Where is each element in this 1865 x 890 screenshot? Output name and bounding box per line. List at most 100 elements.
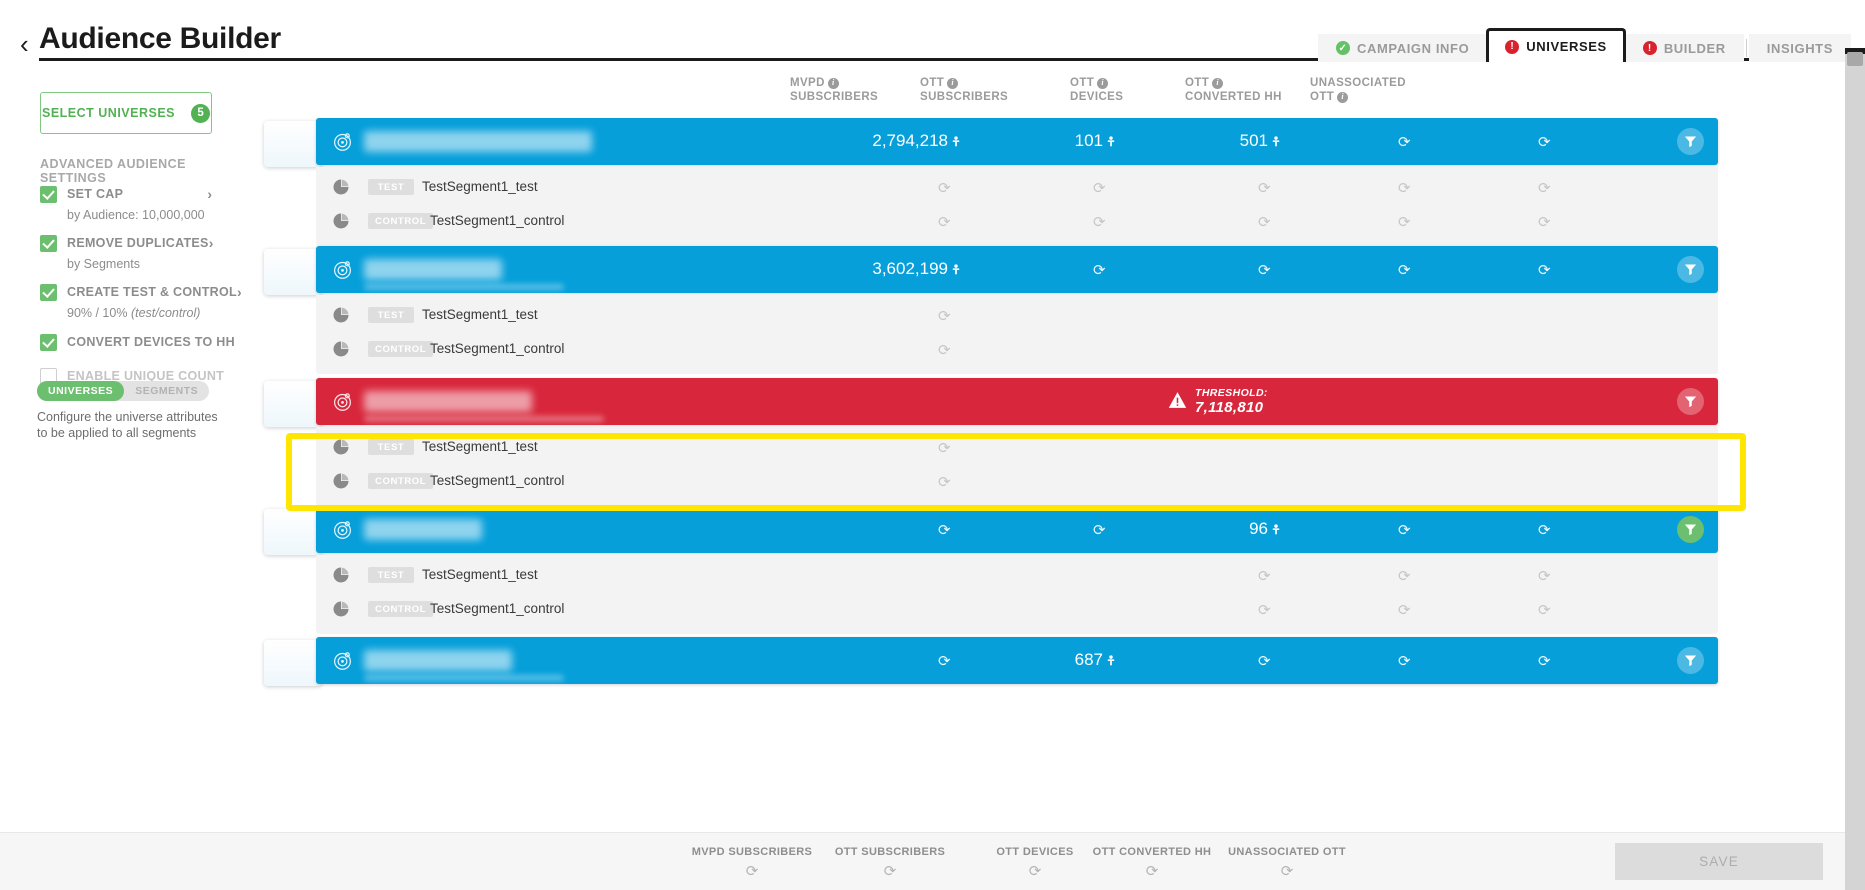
segment-row[interactable]: CONTROL TestSegment1_control ⟳ ⟳ ⟳ <box>316 589 1718 634</box>
universe-name-redacted <box>364 650 512 671</box>
refresh-icon[interactable]: ⟳ <box>1538 213 1551 231</box>
info-icon[interactable]: i <box>1337 91 1349 103</box>
refresh-icon[interactable]: ⟳ <box>1398 133 1411 151</box>
refresh-icon[interactable]: ⟳ <box>1398 601 1411 619</box>
segment-row[interactable]: CONTROL TestSegment1_control ⟳ <box>316 461 1718 506</box>
refresh-icon[interactable]: ⟳ <box>1538 521 1551 539</box>
tab-label: INSIGHTS <box>1766 40 1833 56</box>
tab-separator <box>1745 39 1747 57</box>
refresh-icon[interactable]: ⟳ <box>938 439 951 457</box>
tab-campaign-info[interactable]: ✓ CAMPAIGN INFO <box>1318 34 1488 62</box>
universe-row[interactable]: THRESHOLD: 7,118,810 <box>316 378 1718 425</box>
footer-total-unassociated-ott: UNASSOCIATED OTT ⟳ <box>1187 846 1387 880</box>
audience-builder-page: ‹ Audience Builder ✓ CAMPAIGN INFO! UNIVER… <box>0 0 1865 890</box>
column-header-ott-subscribers: OTT i SUBSCRIBERS <box>920 76 1008 104</box>
universe-metric-ott-subscribers: 101 <box>955 131 1115 151</box>
filter-icon[interactable] <box>1677 516 1704 543</box>
refresh-icon[interactable]: ⟳ <box>1398 213 1411 231</box>
refresh-icon[interactable]: ⟳ <box>938 521 951 539</box>
error-circle-icon: ! <box>1642 41 1657 55</box>
tab-builder[interactable]: ! BUILDER <box>1624 34 1744 62</box>
refresh-icon[interactable]: ⟳ <box>1258 652 1271 670</box>
refresh-icon[interactable]: ⟳ <box>1258 567 1271 585</box>
info-icon[interactable]: i <box>827 77 839 89</box>
universe-target-icon <box>332 650 353 671</box>
universe-name-redacted <box>364 259 502 280</box>
refresh-icon[interactable]: ⟳ <box>1258 179 1271 197</box>
refresh-icon[interactable]: ⟳ <box>1398 179 1411 197</box>
refresh-icon[interactable]: ⟳ <box>938 473 951 491</box>
pie-chart-icon <box>332 178 350 196</box>
universe-stack-card <box>264 121 322 167</box>
vertical-scrollbar-thumb[interactable] <box>1847 52 1863 66</box>
segment-type-tag: CONTROL <box>368 473 434 489</box>
universe-name-redacted <box>364 391 532 412</box>
segment-name: TestSegment1_test <box>422 179 538 194</box>
refresh-icon[interactable]: ⟳ <box>1093 213 1106 231</box>
segment-name: TestSegment1_control <box>430 341 565 356</box>
segment-name: TestSegment1_control <box>430 601 565 616</box>
refresh-icon[interactable]: ⟳ <box>1538 601 1551 619</box>
refresh-icon[interactable]: ⟳ <box>1258 213 1271 231</box>
refresh-icon[interactable]: ⟳ <box>938 179 951 197</box>
refresh-icon[interactable]: ⟳ <box>1398 261 1411 279</box>
filter-icon[interactable] <box>1677 256 1704 283</box>
metric-value: 2,794,218 <box>872 131 948 150</box>
refresh-icon[interactable]: ⟳ <box>1538 133 1551 151</box>
tab-universes[interactable]: ! UNIVERSES <box>1486 28 1626 62</box>
refresh-icon[interactable]: ⟳ <box>1538 179 1551 197</box>
refresh-icon[interactable]: ⟳ <box>1538 652 1551 670</box>
info-icon[interactable]: i <box>1097 77 1109 89</box>
tab-bar: ✓ CAMPAIGN INFO! UNIVERSES! BUILDER INSIGHTS <box>1318 28 1851 62</box>
person-icon <box>1268 131 1280 150</box>
universe-stack-card <box>264 249 322 295</box>
segment-type-tag: CONTROL <box>368 601 434 617</box>
segment-row[interactable]: CONTROL TestSegment1_control ⟳ <box>316 329 1718 374</box>
refresh-icon[interactable]: ⟳ <box>1093 261 1106 279</box>
universe-row[interactable]: ⟳ ⟳ 96 ⟳ ⟳ <box>316 506 1718 553</box>
vertical-scrollbar-track[interactable] <box>1845 48 1865 890</box>
universe-stack-card <box>264 509 322 555</box>
refresh-icon[interactable]: ⟳ <box>1398 652 1411 670</box>
segment-row[interactable]: CONTROL TestSegment1_control ⟳ ⟳ ⟳ ⟳ ⟳ <box>316 201 1718 246</box>
tab-insights[interactable]: INSIGHTS <box>1748 34 1851 62</box>
filter-icon[interactable] <box>1677 647 1704 674</box>
refresh-icon[interactable]: ⟳ <box>1398 521 1411 539</box>
segment-type-tag: TEST <box>368 307 414 323</box>
refresh-icon[interactable]: ⟳ <box>1398 567 1411 585</box>
threshold-text: THRESHOLD: 7,118,810 <box>1195 387 1268 416</box>
filter-icon[interactable] <box>1677 388 1704 415</box>
metric-value: 3,602,199 <box>872 259 948 278</box>
refresh-icon[interactable]: ⟳ <box>938 307 951 325</box>
segment-type-tag: TEST <box>368 179 414 195</box>
refresh-icon[interactable]: ⟳ <box>1258 601 1271 619</box>
refresh-icon[interactable]: ⟳ <box>1093 521 1106 539</box>
column-header-ott-converted-hh: OTT i CONVERTED HH <box>1185 76 1282 104</box>
refresh-icon[interactable]: ⟳ <box>938 213 951 231</box>
filter-icon[interactable] <box>1677 128 1704 155</box>
universe-row[interactable]: ⟳ 687 ⟳ ⟳ ⟳ <box>316 637 1718 684</box>
info-icon[interactable]: i <box>1212 77 1224 89</box>
info-icon[interactable]: i <box>947 77 959 89</box>
segment-type-tag: CONTROL <box>368 341 434 357</box>
refresh-icon[interactable]: ⟳ <box>1538 567 1551 585</box>
pie-chart-icon <box>332 472 350 490</box>
universe-stack-card <box>264 381 322 427</box>
universe-row[interactable]: 3,602,199 ⟳ ⟳ ⟳ ⟳ <box>316 246 1718 293</box>
metric-value: 96 <box>1249 519 1268 538</box>
refresh-icon[interactable]: ⟳ <box>1187 862 1387 880</box>
column-header-mvpd-subscribers: MVPD i SUBSCRIBERS <box>790 76 878 104</box>
metric-value: 687 <box>1074 650 1103 669</box>
refresh-icon[interactable]: ⟳ <box>1258 261 1271 279</box>
back-chevron-icon[interactable]: ‹ <box>20 31 34 57</box>
universe-row[interactable]: 2,794,218 101 501 ⟳ ⟳ <box>316 118 1718 165</box>
segment-name: TestSegment1_control <box>430 213 565 228</box>
universe-target-icon <box>332 131 353 152</box>
refresh-icon[interactable]: ⟳ <box>938 652 951 670</box>
refresh-icon[interactable]: ⟳ <box>1093 179 1106 197</box>
refresh-icon[interactable]: ⟳ <box>1538 261 1551 279</box>
column-header-line2: DEVICES <box>1070 91 1124 103</box>
save-button[interactable]: SAVE <box>1615 843 1823 880</box>
column-header-line1: MVPD i <box>790 76 878 90</box>
refresh-icon[interactable]: ⟳ <box>938 341 951 359</box>
